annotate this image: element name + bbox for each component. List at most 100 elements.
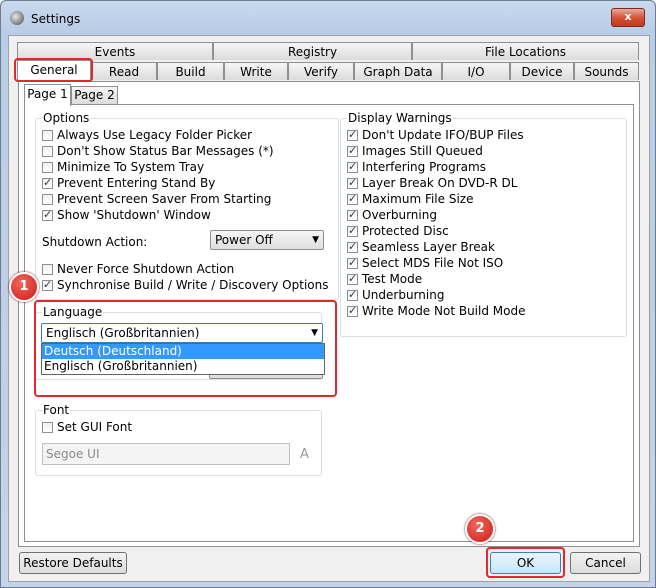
general-panel: Page 1 Page 2 Options Always Use Legacy …: [18, 81, 640, 547]
shutdown-action-select[interactable]: Power Off ▼: [210, 230, 324, 250]
shutdown-action-value: Power Off: [215, 233, 273, 247]
ok-button[interactable]: OK: [490, 552, 561, 574]
option2-checkbox-1[interactable]: Synchronise Build / Write / Discovery Op…: [42, 277, 328, 293]
warning-label: Overburning: [362, 208, 437, 222]
warning-checkbox-4[interactable]: Maximum File Size: [347, 191, 473, 207]
language-select[interactable]: Englisch (Großbritannien) ▼: [41, 323, 323, 343]
window-title: Settings: [31, 12, 81, 26]
page-1-content: Options Always Use Legacy Folder Picker D…: [24, 104, 634, 542]
chevron-down-icon: ▼: [312, 235, 319, 245]
tab-build[interactable]: Build: [157, 62, 224, 80]
option2-checkbox-0[interactable]: Never Force Shutdown Action: [42, 261, 234, 277]
shutdown-action-label: Shutdown Action:: [42, 235, 148, 249]
warning-checkbox-10[interactable]: Underburning: [347, 287, 444, 303]
language-dropdown-list: Deutsch (Deutschland) Englisch (Großbrit…: [41, 343, 325, 375]
checkbox-box: [42, 193, 53, 205]
checkbox-box: [347, 144, 358, 157]
settings-window: Settings x Events Registry File Location…: [0, 0, 656, 588]
warning-label: Don't Update IFO/BUP Files: [362, 128, 524, 142]
font-name-field[interactable]: Segoe UI: [42, 443, 290, 465]
tab-row-1: Events Registry File Locations: [17, 42, 639, 61]
option-label: Prevent Entering Stand By: [57, 176, 216, 190]
warning-label: Select MDS File Not ISO: [362, 256, 504, 270]
tab-device[interactable]: Device: [510, 62, 574, 80]
warning-label: Seamless Layer Break: [362, 240, 495, 254]
checkbox-box: [42, 145, 53, 157]
tab-write[interactable]: Write: [224, 62, 288, 80]
option-checkbox-4[interactable]: Prevent Screen Saver From Starting: [42, 191, 271, 207]
step-1-badge: 1: [9, 272, 39, 302]
option-checkbox-5[interactable]: Show 'Shutdown' Window: [42, 207, 211, 223]
warning-label: Maximum File Size: [362, 192, 474, 206]
language-option-deutsch[interactable]: Deutsch (Deutschland): [42, 344, 324, 359]
warning-checkbox-8[interactable]: Select MDS File Not ISO: [347, 255, 503, 271]
checkbox-box: [347, 208, 358, 221]
option-label: Show 'Shutdown' Window: [57, 208, 211, 222]
checkbox-box: [347, 160, 358, 173]
option-label: Always Use Legacy Folder Picker: [57, 128, 253, 142]
language-option-englisch[interactable]: Englisch (Großbritannien): [42, 359, 324, 374]
tab-io[interactable]: I/O: [442, 62, 510, 80]
checkbox-box: [347, 192, 358, 205]
app-disc-icon: [10, 11, 24, 25]
option-label: Prevent Screen Saver From Starting: [57, 192, 272, 206]
checkbox-box: [347, 272, 358, 285]
checkbox-box: [42, 129, 53, 141]
options-title: Options: [42, 111, 91, 125]
warning-label: Underburning: [362, 288, 445, 302]
checkbox-box: [42, 263, 53, 275]
tab-read[interactable]: Read: [91, 62, 157, 80]
font-title: Font: [42, 403, 71, 417]
warning-label: Protected Disc: [362, 224, 449, 238]
warning-checkbox-2[interactable]: Interfering Programs: [347, 159, 486, 175]
warning-label: Interfering Programs: [362, 160, 486, 174]
tab-events[interactable]: Events: [17, 42, 213, 60]
tab-verify[interactable]: Verify: [288, 62, 354, 80]
checkbox-box: [347, 176, 358, 189]
warning-checkbox-11[interactable]: Write Mode Not Build Mode: [347, 303, 525, 319]
subtab-page-2[interactable]: Page 2: [71, 86, 118, 104]
close-button[interactable]: x: [611, 8, 645, 27]
step-2-badge: 2: [465, 514, 495, 544]
warning-checkbox-5[interactable]: Overburning: [347, 207, 437, 223]
display-warnings-title: Display Warnings: [347, 111, 453, 125]
checkbox-box: [347, 304, 358, 317]
option2-label: Never Force Shutdown Action: [57, 262, 235, 276]
checkbox-box: [42, 208, 53, 221]
warning-checkbox-1[interactable]: Images Still Queued: [347, 143, 483, 159]
option2-label: Synchronise Build / Write / Discovery Op…: [57, 278, 329, 292]
restore-defaults-button[interactable]: Restore Defaults: [19, 552, 127, 574]
tab-file-locations[interactable]: File Locations: [412, 42, 639, 60]
option-checkbox-1[interactable]: Don't Show Status Bar Messages (*): [42, 143, 274, 159]
dialog-client: Events Registry File Locations General R…: [8, 35, 650, 582]
checkbox-box: [347, 240, 358, 253]
tab-graph-data[interactable]: Graph Data: [354, 62, 442, 80]
tab-general[interactable]: General: [17, 60, 91, 81]
option-checkbox-3[interactable]: Prevent Entering Stand By: [42, 175, 215, 191]
checkbox-box: [42, 161, 53, 173]
warning-checkbox-6[interactable]: Protected Disc: [347, 223, 449, 239]
cancel-button[interactable]: Cancel: [570, 552, 641, 574]
set-gui-font-label: Set GUI Font: [57, 420, 133, 434]
warning-checkbox-0[interactable]: Don't Update IFO/BUP Files: [347, 127, 524, 143]
warning-checkbox-9[interactable]: Test Mode: [347, 271, 422, 287]
option-checkbox-0[interactable]: Always Use Legacy Folder Picker: [42, 127, 252, 143]
warning-label: Write Mode Not Build Mode: [362, 304, 526, 318]
option-label: Don't Show Status Bar Messages (*): [57, 144, 274, 158]
checkbox-box: [347, 288, 358, 301]
checkbox-box: [42, 176, 53, 189]
checkbox-box: [347, 128, 358, 141]
option-checkbox-2[interactable]: Minimize To System Tray: [42, 159, 204, 175]
warning-checkbox-3[interactable]: Layer Break On DVD-R DL: [347, 175, 517, 191]
checkbox-box: [347, 256, 358, 269]
font-picker-icon[interactable]: A: [300, 447, 309, 462]
warning-checkbox-7[interactable]: Seamless Layer Break: [347, 239, 495, 255]
tab-sounds[interactable]: Sounds: [574, 62, 639, 80]
tab-registry[interactable]: Registry: [213, 42, 412, 60]
option-label: Minimize To System Tray: [57, 160, 205, 174]
language-group: Language Englisch (Großbritannien) ▼ Deu…: [35, 305, 325, 380]
subtab-page-1[interactable]: Page 1: [24, 84, 71, 106]
font-group: Font Set GUI Font Segoe UI A: [35, 403, 322, 476]
language-title: Language: [42, 305, 104, 319]
set-gui-font-checkbox[interactable]: Set GUI Font: [42, 419, 132, 435]
